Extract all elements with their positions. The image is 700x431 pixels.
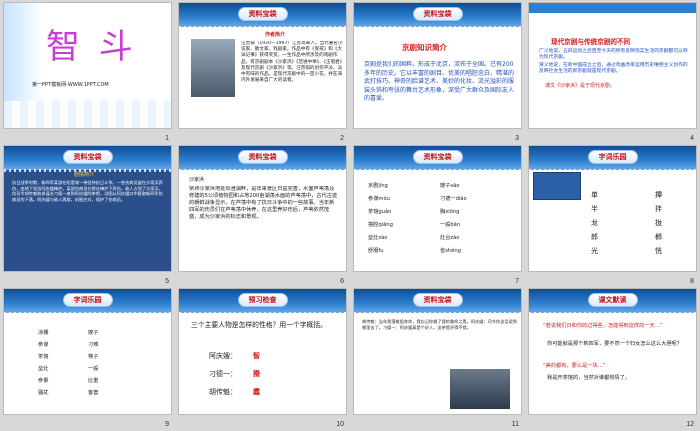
stage-photo [450,369,510,409]
slide-body-1: 广义地说，五四运动之后直至今天的所有反映现实生活的京剧都可以称为现代京剧。 [539,49,688,61]
slide-number: 5 [165,278,169,285]
slide-number: 2 [340,135,344,142]
slide-12[interactable]: 课文默读 “若说我们日和你的过得些，怎能得到这样的一天…” 你可能就是那个新四军… [528,288,697,415]
slide-body: 常熟沙家浜地处阳澄湖畔，是年来景区日益完善，水面芦苇荡及修建的5公顷植物园和占地… [189,186,338,220]
slide-1[interactable]: 智 斗 第一PPT模板网-WWW.1PPT.COM [3,2,172,129]
slide-thumb-7[interactable]: 资料宝袋 京剧jīng 参谋móu 茶馆guǎn 搭腔qiāng 垒灶zào 舒… [350,143,525,286]
slide-number: 1 [165,135,169,142]
slide-thumb-10[interactable]: 预习检查 三个主要人物是怎样的性格？用一个字概括。 阿庆嫂： 智 刁德一： 猾 … [175,286,350,429]
slide-question: 三个主要人物是怎样的性格？用一个字概括。 [191,321,327,329]
slide-badge: 字词乐园 [62,293,113,307]
slide-number: 11 [511,421,519,428]
slide-5[interactable]: 资料宝袋 剧情简介 抗日战争时期，新四军某部在阳澄湖一带坚持抗日斗争。一些伤病员… [3,145,172,272]
slide-4[interactable]: 现代京剧与传统京剧的不同 广义地说，五四运动之后直至今天的所有反映现实生活的京剧… [528,2,697,129]
slide-thumb-8[interactable]: 字词乐园 单 半 龙 郎 光 撢 拌 拢 榔 恍 8 [525,143,700,286]
slide-6[interactable]: 资料宝袋 沙家浜 常熟沙家浜地处阳澄湖畔，是年来景区日益完善，水面芦苇荡及修建的… [178,145,347,272]
slide-10[interactable]: 预习检查 三个主要人物是怎样的性格？用一个字概括。 阿庆嫂： 智 刁德一： 猾 … [178,288,347,415]
slide-badge: 资料宝袋 [237,7,288,21]
slide-thumb-9[interactable]: 字词乐园 凉棚 参谋 茶馆 垒灶 参量 骚扰 嫂子 刁难 筷子 一般 比重 客套… [0,286,175,429]
slide-number: 10 [336,421,344,428]
slide-badge: 资料宝袋 [412,293,463,307]
slide-number: 12 [686,421,694,428]
slide-badge: 资料宝袋 [412,150,463,164]
slide-heading: 作者简介 [265,32,286,38]
slide-heading: 现代京剧与传统京剧的不同 [551,38,631,46]
slide-sorter-grid: 智 斗 第一PPT模板网-WWW.1PPT.COM 1 资料宝袋 作者简介 汪曾… [0,0,700,431]
slide-thumb-11[interactable]: 资料宝袋 胡传魁：当年我落难投奔你，我忘记你救了我的救命之恩。阿庆嫂：司令你这话… [350,286,525,429]
slide-3[interactable]: 资料宝袋 京剧知识简介 京剧是我们的国粹。形成于北京，流布于全国。已有200多年… [353,2,522,129]
slide-thumb-6[interactable]: 资料宝袋 沙家浜 常熟沙家浜地处阳澄湖畔，是年来景区日益完善，水面芦苇荡及修建的… [175,143,350,286]
author-photo [191,39,235,97]
slide-badge: 资料宝袋 [412,7,463,21]
slide-subtitle: 第一PPT模板网-WWW.1PPT.COM [32,82,109,88]
slide-thumb-2[interactable]: 资料宝袋 作者简介 汪曾祺（1920—1997）江苏高邮人，当代著名小说家、散文… [175,0,350,143]
slide-heading: 沙家浜 [189,177,205,183]
slide-heading: 京剧知识简介 [402,43,447,52]
slide-badge: 资料宝袋 [62,150,113,164]
slide-number: 3 [515,135,519,142]
slide-badge: 资料宝袋 [237,150,288,164]
slide-number: 7 [515,278,519,285]
slide-thumb-12[interactable]: 课文默读 “若说我们日和你的过得些，怎能得到这样的一天…” 你可能就是那个新四军… [525,286,700,429]
slide-body-3: 课文《沙家浜》是于现代京剧。 [545,83,616,89]
slide-thumb-1[interactable]: 智 斗 第一PPT模板网-WWW.1PPT.COM 1 [0,0,175,143]
slide-thumb-5[interactable]: 资料宝袋 剧情简介 抗日战争时期，新四军某部在阳澄湖一带坚持抗日斗争。一些伤病员… [0,143,175,286]
slide-body: 京剧是我们的国粹。形成于北京，流布于全国。已有200多年的历史。它以丰富的剧目、… [364,61,514,103]
slide-badge: 课文默读 [587,293,638,307]
slide-11[interactable]: 资料宝袋 胡传魁：当年我落难投奔你，我忘记你救了我的救命之恩。阿庆嫂：司令你这话… [353,288,522,415]
slide-title: 智 斗 [46,27,137,67]
slide-thumb-3[interactable]: 资料宝袋 京剧知识简介 京剧是我们的国粹。形成于北京，流布于全国。已有200多年… [350,0,525,143]
slide-body-2: 狭义地说，在新中国成立之后，通过戏曲改革运用历史唯物主义创作的反映社会生活的新京… [539,63,688,75]
slide-heading: 剧情简介 [74,172,95,178]
slide-number: 8 [690,278,694,285]
slide-body: 汪曾祺（1920—1997）江苏高邮人，当代著名小说家、散文家、戏剧家。作品中有… [241,41,343,84]
slide-body: 胡传魁：当年我落难投奔你，我忘记你救了我的救命之恩。阿庆嫂：司令你这话说到哪里去… [362,319,517,330]
slide-7[interactable]: 资料宝袋 京剧jīng 参谋móu 茶馆guǎn 搭腔qiāng 垒灶zào 舒… [353,145,522,272]
slide-number: 4 [690,135,694,142]
slide-9[interactable]: 字词乐园 凉棚 参谋 茶馆 垒灶 参量 骚扰 嫂子 刁难 筷子 一般 比重 客套 [3,288,172,415]
slide-8[interactable]: 字词乐园 单 半 龙 郎 光 撢 拌 拢 榔 恍 [528,145,697,272]
slide-number: 9 [165,421,169,428]
slide-badge: 字词乐园 [587,150,638,164]
slide-thumb-4[interactable]: 现代京剧与传统京剧的不同 广义地说，五四运动之后直至今天的所有反映现实生活的京剧… [525,0,700,143]
slide-body: 抗日战争时期，新四军某部在阳澄湖一带坚持抗日斗争。一些伤病员留在沙家浜养伤，由地… [12,180,163,202]
slide-2[interactable]: 资料宝袋 作者简介 汪曾祺（1920—1997）江苏高邮人，当代著名小说家、散文… [178,2,347,129]
slide-badge: 预习检查 [237,293,288,307]
slide-number: 6 [340,278,344,285]
